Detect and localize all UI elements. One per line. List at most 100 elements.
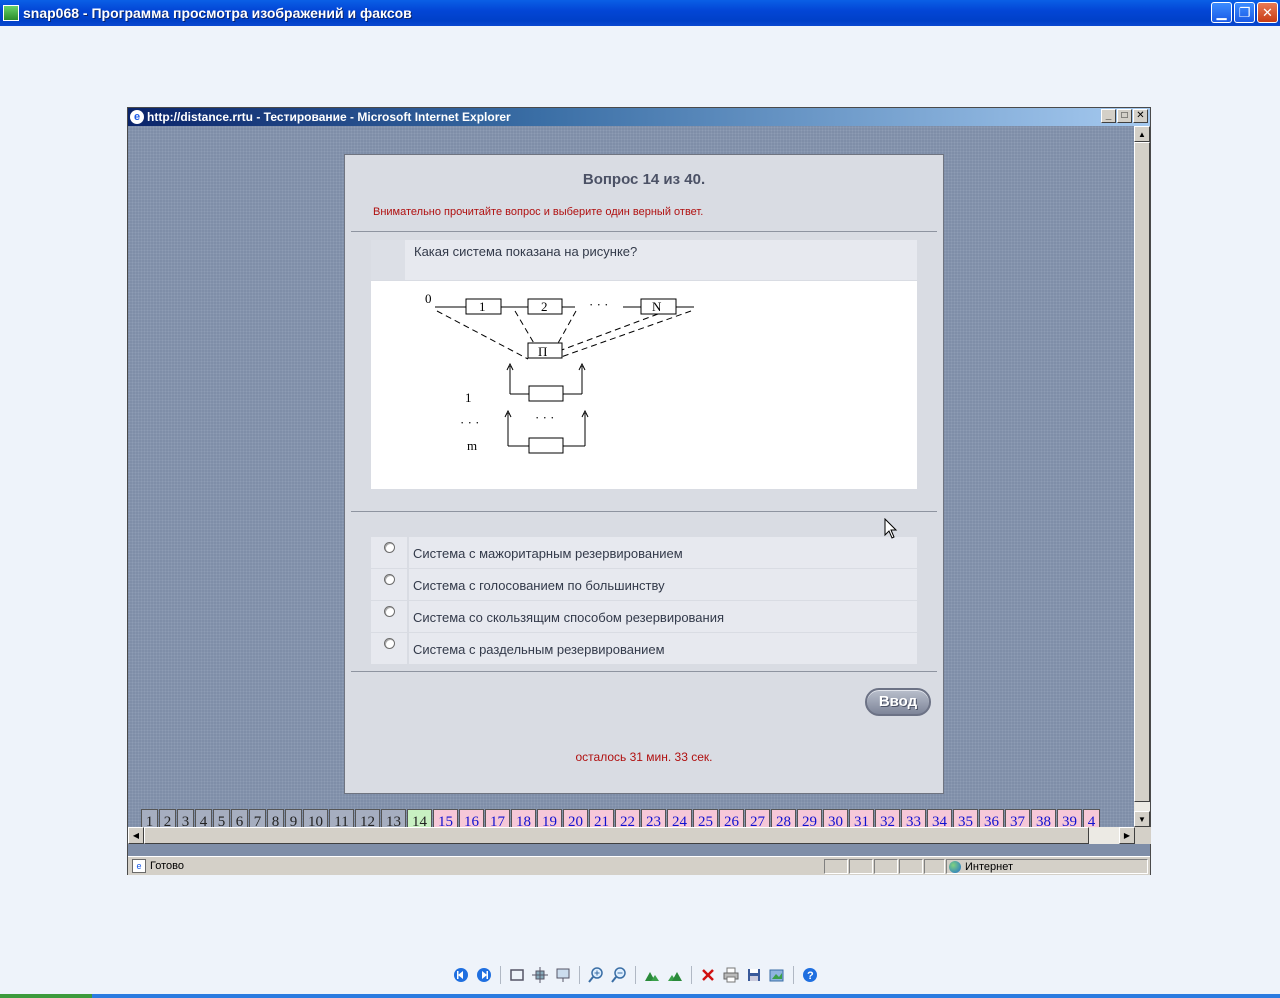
security-zone: Интернет xyxy=(946,859,1148,874)
diagram-dots-left: · · · xyxy=(460,415,480,430)
close-icon: ✕ xyxy=(1136,110,1145,121)
answer-radio-cell xyxy=(371,537,407,568)
divider xyxy=(351,671,937,672)
viewer-restore-button[interactable]: ❐ xyxy=(1234,2,1255,23)
slideshow-icon[interactable] xyxy=(554,966,572,984)
question-figure: 0 1 2 · · · N П 1 · · · m · · · xyxy=(371,281,917,489)
zoom-out-icon[interactable] xyxy=(610,966,628,984)
ie-close-button[interactable]: ✕ xyxy=(1133,109,1148,123)
toolbar-separator xyxy=(635,966,636,984)
status-segment xyxy=(849,859,873,874)
question-text-box: Какая система показана на рисунке? xyxy=(371,240,917,280)
zoom-in-icon[interactable] xyxy=(587,966,605,984)
ie-window: e http://distance.rrtu - Тестирование - … xyxy=(127,107,1151,875)
scrollbar-corner xyxy=(1135,827,1151,844)
diagram-box-n-label: N xyxy=(652,299,662,314)
minimize-icon: ▁ xyxy=(1216,4,1227,20)
ie-title-bar: e http://distance.rrtu - Тестирование - … xyxy=(128,108,1150,126)
viewer-window-controls: ▁ ❐ ✕ xyxy=(1211,2,1278,23)
diagram-box-1-label: 1 xyxy=(479,299,486,314)
diagram-dots-mid: · · · xyxy=(535,410,555,425)
prev-image-icon[interactable] xyxy=(452,966,470,984)
answer-option-3[interactable]: Система со скользящим способом резервиро… xyxy=(371,601,917,632)
diagram-reserve-1-label: 1 xyxy=(465,390,472,405)
diagram-switch-label: П xyxy=(538,344,547,359)
diagram-label-0: 0 xyxy=(425,291,432,306)
question-panel: Вопрос 14 из 40. Внимательно прочитайте … xyxy=(344,154,944,794)
status-segment xyxy=(899,859,923,874)
scroll-right-arrow[interactable]: ▶ xyxy=(1119,827,1135,844)
question-stripe xyxy=(371,240,405,280)
status-text: Готово xyxy=(150,860,184,872)
scroll-up-arrow[interactable]: ▲ xyxy=(1134,126,1150,142)
next-image-icon[interactable] xyxy=(475,966,493,984)
actual-size-icon[interactable] xyxy=(531,966,549,984)
start-button-edge xyxy=(0,994,92,998)
delete-icon[interactable] xyxy=(699,966,717,984)
answer-list: Система с мажоритарным резервированием С… xyxy=(371,537,917,665)
image-viewer-app-icon xyxy=(3,5,19,21)
vertical-scrollbar[interactable]: ▲ ▼ xyxy=(1134,126,1150,827)
mouse-cursor-icon xyxy=(884,518,898,539)
answer-label-1[interactable]: Система с мажоритарным резервированием xyxy=(409,537,917,568)
ie-status-bar: e Готово Интернет xyxy=(128,856,1150,875)
maximize-icon: □ xyxy=(1121,110,1128,121)
answer-label-2[interactable]: Система с голосованием по большинству xyxy=(409,569,917,600)
restore-icon: ❐ xyxy=(1238,4,1251,20)
minimize-icon: _ xyxy=(1105,110,1112,121)
question-text: Какая система показана на рисунке? xyxy=(414,244,638,259)
divider xyxy=(351,511,937,512)
horizontal-scroll-thumb[interactable] xyxy=(144,827,1089,844)
viewer-title-bar: snap068 - Программа просмотра изображени… xyxy=(0,0,1280,26)
diagram-dots-top: · · · xyxy=(589,297,609,312)
answer-label-4[interactable]: Система с раздельным резервированием xyxy=(409,633,917,664)
status-segment xyxy=(924,859,945,874)
ie-page-content: Вопрос 14 из 40. Внимательно прочитайте … xyxy=(128,126,1135,835)
diagram-reserve-m-label: m xyxy=(467,438,477,453)
rotate-clockwise-icon[interactable] xyxy=(643,966,661,984)
globe-icon xyxy=(949,860,961,873)
svg-text:?: ? xyxy=(807,970,814,982)
ie-logo-icon: e xyxy=(130,110,144,124)
toolbar-separator xyxy=(793,966,794,984)
status-segment xyxy=(874,859,898,874)
answer-label-3[interactable]: Система со скользящим способом резервиро… xyxy=(409,601,917,632)
zone-text: Интернет xyxy=(965,860,1013,873)
status-segment xyxy=(824,859,848,874)
viewer-minimize-button[interactable]: ▁ xyxy=(1211,2,1232,23)
answer-option-1[interactable]: Система с мажоритарным резервированием xyxy=(371,537,917,568)
answer-radio-3[interactable] xyxy=(383,606,395,617)
toolbar-separator xyxy=(500,966,501,984)
ie-maximize-button[interactable]: □ xyxy=(1117,109,1132,123)
toolbar-separator xyxy=(691,966,692,984)
scroll-left-arrow[interactable]: ◀ xyxy=(128,827,144,844)
answer-radio-cell xyxy=(371,569,407,600)
answer-radio-2[interactable] xyxy=(383,574,395,585)
ie-minimize-button[interactable]: _ xyxy=(1101,109,1116,123)
submit-button[interactable]: Ввод xyxy=(865,688,931,716)
vertical-scroll-thumb[interactable] xyxy=(1134,142,1150,802)
close-icon: ✕ xyxy=(1262,4,1273,20)
question-title: Вопрос 14 из 40. xyxy=(582,171,706,188)
diagram-box-2-label: 2 xyxy=(541,299,548,314)
answer-radio-cell xyxy=(371,633,407,664)
ie-window-controls: _ □ ✕ xyxy=(1101,109,1148,123)
taskbar-strip xyxy=(0,994,1280,998)
rotate-counterclockwise-icon[interactable] xyxy=(666,966,684,984)
reliability-diagram: 0 1 2 · · · N П 1 · · · m · · · xyxy=(425,291,694,454)
answer-option-4[interactable]: Система с раздельным резервированием xyxy=(371,633,917,664)
answer-radio-4[interactable] xyxy=(383,638,395,649)
question-hint: Внимательно прочитайте вопрос и выберите… xyxy=(373,206,704,218)
answer-radio-1[interactable] xyxy=(383,542,395,553)
ie-title: http://distance.rrtu - Тестирование - Mi… xyxy=(147,110,511,124)
scroll-down-arrow[interactable]: ▼ xyxy=(1134,811,1150,827)
print-icon[interactable] xyxy=(722,966,740,984)
answer-option-2[interactable]: Система с голосованием по большинству xyxy=(371,569,917,600)
best-fit-icon[interactable] xyxy=(508,966,526,984)
save-icon[interactable] xyxy=(745,966,763,984)
viewer-close-button[interactable]: ✕ xyxy=(1257,2,1278,23)
edit-icon[interactable] xyxy=(768,966,786,984)
page-done-icon: e xyxy=(132,859,146,873)
help-icon[interactable]: ? xyxy=(801,966,819,984)
horizontal-scrollbar[interactable]: ◀ ▶ xyxy=(128,827,1135,844)
